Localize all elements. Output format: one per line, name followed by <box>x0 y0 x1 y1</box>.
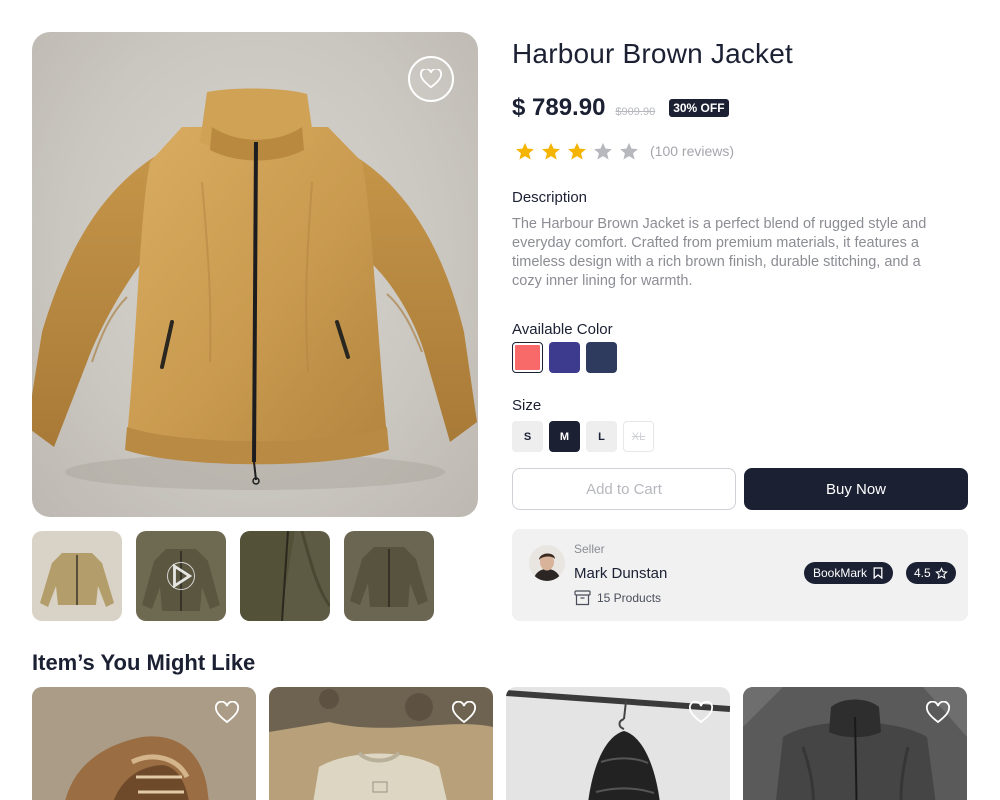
play-icon <box>173 563 193 589</box>
star-outline-icon <box>934 566 948 579</box>
original-price: $909.90 <box>615 106 656 118</box>
thumbnail-jacket-back[interactable] <box>344 531 434 621</box>
size-option-s[interactable]: S <box>512 421 543 452</box>
size-label: Size <box>512 397 542 414</box>
product-main-image <box>32 32 478 517</box>
thumbnail-strip <box>32 531 434 621</box>
avatar-image <box>529 545 565 581</box>
recommended-item-fleece-jacket[interactable] <box>743 687 967 800</box>
star-empty-icon <box>616 140 642 162</box>
color-swatch[interactable] <box>549 342 580 373</box>
star-filled-icon <box>538 140 564 162</box>
size-option-l[interactable]: L <box>586 421 617 452</box>
heart-icon <box>420 69 442 89</box>
seller-products: 15 Products <box>574 590 661 606</box>
recommended-item-sneaker[interactable] <box>32 687 256 800</box>
buy-now-button[interactable]: Buy Now <box>744 468 968 510</box>
heart-icon[interactable] <box>452 701 476 725</box>
product-description: The Harbour Brown Jacket is a perfect bl… <box>512 216 927 289</box>
color-options <box>512 342 617 373</box>
product-title: Harbour Brown Jacket <box>512 38 794 69</box>
size-option-m[interactable]: M <box>549 421 580 452</box>
seller-products-count: 15 Products <box>597 591 662 605</box>
bookmark-icon <box>873 567 883 579</box>
recommendations-title: Item’s You Might Like <box>32 650 256 675</box>
description-label: Description <box>512 189 588 206</box>
seller-card: Seller Mark Dunstan 15 Products BookMark… <box>512 529 968 621</box>
bookmark-label: BookMark <box>813 566 868 580</box>
price-row: $ 789.90 $909.90 30% OFF <box>512 94 729 122</box>
star-filled-icon <box>512 140 538 162</box>
bookmark-button[interactable]: BookMark <box>804 562 894 584</box>
size-options: S M L XL <box>512 421 654 452</box>
review-count[interactable]: (100 reviews) <box>650 143 734 159</box>
star-empty-icon <box>590 140 616 162</box>
star-rating <box>512 140 642 162</box>
recommended-item-puffer-jacket[interactable] <box>506 687 730 800</box>
recommended-item-sweatshirt[interactable] <box>269 687 493 800</box>
thumbnail-jacket-video[interactable] <box>136 531 226 621</box>
discount-badge: 30% OFF <box>669 99 729 117</box>
recommendations-grid <box>32 687 967 800</box>
play-video-button[interactable] <box>167 562 195 590</box>
box-icon <box>574 590 591 606</box>
thumbnail-image <box>344 531 434 621</box>
seller-name[interactable]: Mark Dunstan <box>574 565 667 582</box>
favorite-button[interactable] <box>408 56 454 102</box>
star-filled-icon <box>564 140 590 162</box>
heart-icon[interactable] <box>689 701 713 725</box>
heart-icon[interactable] <box>926 701 950 725</box>
product-rating: (100 reviews) <box>512 140 734 162</box>
seller-rating: 4.5 <box>906 562 956 584</box>
seller-avatar[interactable] <box>529 545 565 581</box>
color-swatch[interactable] <box>586 342 617 373</box>
thumbnail-image <box>32 531 122 621</box>
thumbnail-jacket-detail[interactable] <box>240 531 330 621</box>
size-option-xl: XL <box>623 421 654 452</box>
thumbnail-jacket-front[interactable] <box>32 531 122 621</box>
jacket-illustration <box>32 88 477 490</box>
current-price: $ 789.90 <box>512 94 606 121</box>
color-label: Available Color <box>512 321 613 338</box>
seller-rating-value: 4.5 <box>914 566 931 580</box>
color-swatch[interactable] <box>512 342 543 373</box>
add-to-cart-button[interactable]: Add to Cart <box>512 468 736 510</box>
thumbnail-image <box>240 531 330 621</box>
heart-icon[interactable] <box>215 701 239 725</box>
seller-role-label: Seller <box>574 542 605 556</box>
